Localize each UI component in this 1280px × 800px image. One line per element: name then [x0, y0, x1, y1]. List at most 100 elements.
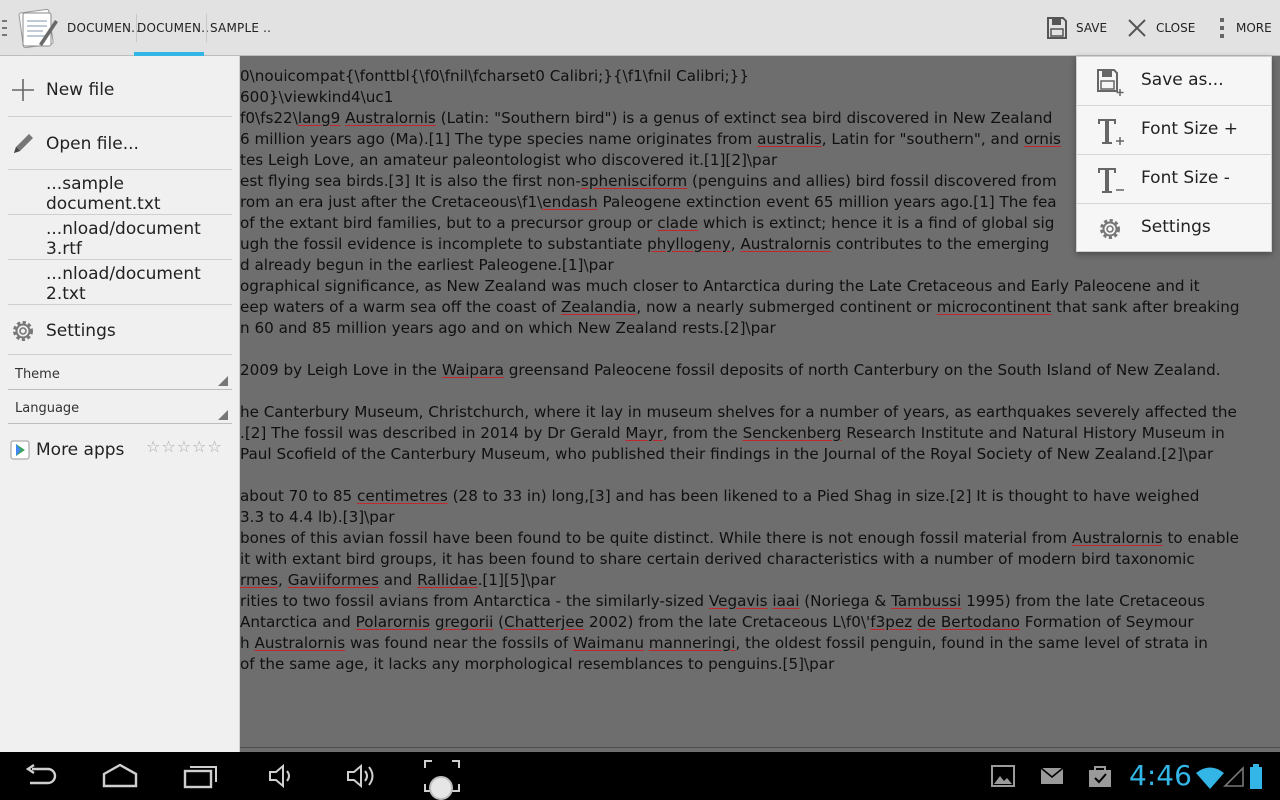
volume-down-icon[interactable] — [266, 760, 296, 792]
spellcheck-word: Rallidae — [417, 571, 478, 589]
font-size-increase-item[interactable]: Font Size + — [1077, 106, 1271, 155]
home-icon[interactable] — [101, 760, 139, 792]
spellcheck-word: Waipara — [441, 361, 504, 379]
editor-line: ugh the fossil evidence is incomplete to… — [240, 234, 1049, 255]
text-run: Antarctica and — [240, 613, 356, 631]
text-run: , now a nearly submerged continent or — [636, 298, 937, 316]
spellcheck-word: rmes — [240, 571, 279, 589]
text-run: and — [378, 571, 418, 589]
save-as-icon — [1097, 69, 1124, 96]
language-label: Language — [15, 401, 80, 416]
store-notification-icon — [1089, 766, 1111, 787]
spellcheck-word: Australornis — [345, 109, 436, 127]
text-run: n 60 and 85 million years ago and on whi… — [240, 319, 776, 337]
tab-sample[interactable]: SAMPLE .. — [206, 0, 278, 56]
editor-line: n 60 and 85 million years ago and on whi… — [240, 318, 776, 339]
tab-document-1[interactable]: DOCUMEN.. — [62, 0, 139, 56]
save-button[interactable]: SAVE — [1046, 0, 1107, 56]
editor-line: Paul Scofield of the Canterbury Museum, … — [240, 444, 1213, 465]
font-size-decrease-icon — [1098, 168, 1124, 193]
spellcheck-word: Zealandia — [560, 298, 637, 316]
spellcheck-word: endash — [542, 193, 598, 211]
settings-menu-item[interactable]: Settings — [1077, 204, 1271, 253]
spellcheck-word: Vegavis — [708, 592, 768, 610]
editor-line: rmes, Gaviiformes and Rallidae.[1][5]\pa… — [240, 570, 556, 591]
gear-icon — [13, 321, 33, 341]
editor-line: Antarctica and Polarornis gregorii (Chat… — [240, 612, 1194, 633]
spellcheck-word: Australornis — [1071, 529, 1163, 547]
tab-label: SAMPLE .. — [210, 21, 272, 35]
text-run: was found near the fossils of — [345, 634, 574, 652]
editor-line: ographical significance, as New Zealand … — [240, 276, 1200, 297]
text-run: ographical significance, as New Zealand … — [240, 277, 1200, 295]
save-icon — [1047, 17, 1067, 39]
screenshot-icon[interactable] — [422, 758, 462, 800]
dropdown-indicator-icon — [218, 410, 228, 420]
text-run: .[1][5]\par — [477, 571, 556, 589]
spellcheck-word: gregorii — [434, 613, 494, 631]
text-run: he Canterbury Museum, Christchurch, wher… — [240, 403, 1237, 421]
tab-document-2[interactable]: DOCUMEN.. — [134, 0, 209, 56]
theme-spinner[interactable]: Theme — [8, 360, 232, 390]
spellcheck-word: lang9 — [297, 109, 341, 127]
notepad-app-icon[interactable] — [15, 6, 59, 50]
tab-label: DOCUMEN.. — [137, 21, 210, 35]
language-spinner[interactable]: Language — [8, 394, 232, 424]
open-file-item[interactable]: Open file... — [0, 132, 240, 156]
spellcheck-word: Gaviiformes — [287, 571, 379, 589]
text-run: ugh the fossil evidence is incomplete to… — [240, 235, 648, 253]
more-button[interactable]: MORE — [1216, 0, 1272, 56]
text-run: which is extinct; hence it is a find of … — [698, 214, 1055, 232]
text-run: Formation of Seymour — [1019, 613, 1194, 631]
open-file-label: Open file... — [46, 134, 139, 154]
text-run: rities to two fossil avians from Antarct… — [240, 592, 709, 610]
navigation-drawer: New file Open file... ...sample document… — [0, 56, 240, 752]
close-button[interactable]: CLOSE — [1126, 0, 1195, 56]
tab-label: DOCUMEN.. — [67, 21, 140, 35]
text-run: to enable — [1162, 529, 1240, 547]
editor-line: 0\nouicompat{\fonttbl{\f0\fnil\fcharset0… — [240, 66, 749, 87]
editor-line: h Australornis was found near the fossil… — [240, 633, 1208, 654]
overflow-menu: Save as... Font Size + Font Size - Setti… — [1076, 56, 1272, 252]
save-as-label: Save as... — [1141, 70, 1224, 90]
recent-apps-icon[interactable] — [182, 760, 220, 792]
text-run: of the same age, it lacks any morphologi… — [240, 655, 835, 673]
drawer-handle-icon[interactable] — [2, 20, 7, 36]
new-file-item[interactable]: New file — [0, 78, 240, 102]
spellcheck-word: f3pez — [870, 613, 913, 631]
text-run: , Latin for "southern", and — [821, 130, 1024, 148]
editor-line: rom an era just after the Cretaceous\f1\… — [240, 192, 1057, 213]
settings-label: Settings — [46, 321, 116, 341]
text-run: of the extant bird families, but to a pr… — [240, 214, 658, 232]
volume-up-icon[interactable] — [344, 760, 378, 792]
text-run: greensand Paleocene fossil deposits of n… — [503, 361, 1221, 379]
gallery-notification-icon — [991, 765, 1015, 787]
spellcheck-word: Polarornis — [355, 613, 430, 631]
recent-file-item[interactable]: ...sample document.txt — [0, 174, 240, 214]
text-run: h — [240, 634, 255, 652]
recent-file-item[interactable]: ...nload/document 3.rtf — [0, 219, 240, 259]
close-icon — [1128, 19, 1146, 37]
recent-file-item[interactable]: ...nload/document 2.txt — [0, 264, 240, 304]
editor-line: of the extant bird families, but to a pr… — [240, 213, 1054, 234]
gear-icon — [1100, 219, 1120, 239]
text-run: that sank after breaking — [1051, 298, 1240, 316]
settings-item[interactable]: Settings — [0, 319, 240, 343]
text-run: d already begun in the earliest Paleogen… — [240, 256, 614, 274]
rating-stars[interactable]: ☆☆☆☆☆ — [146, 437, 223, 456]
theme-label: Theme — [15, 367, 60, 382]
text-run: , the oldest fossil penguin, found in th… — [735, 634, 1208, 652]
save-label: SAVE — [1076, 21, 1108, 35]
editor-line: f0\fs22\lang9 Australornis (Latin: "Sout… — [240, 108, 1052, 129]
recent-file-label: ...sample document.txt — [46, 174, 161, 214]
text-run: 600}\viewkind4\uc1 — [240, 88, 394, 106]
spellcheck-word: Mayr — [625, 424, 663, 442]
editor-line: 3.3 to 4.4 lb).[3]\par — [240, 507, 394, 528]
text-run: .[2] The fossil was described in 2014 by… — [240, 424, 626, 442]
back-icon[interactable] — [22, 760, 58, 792]
save-as-item[interactable]: Save as... — [1077, 57, 1271, 106]
spellcheck-word: centimetres — [357, 487, 448, 505]
editor-line: 600}\viewkind4\uc1 — [240, 87, 393, 108]
font-size-decrease-item[interactable]: Font Size - — [1077, 155, 1271, 204]
text-run: about 70 to 85 — [240, 487, 358, 505]
